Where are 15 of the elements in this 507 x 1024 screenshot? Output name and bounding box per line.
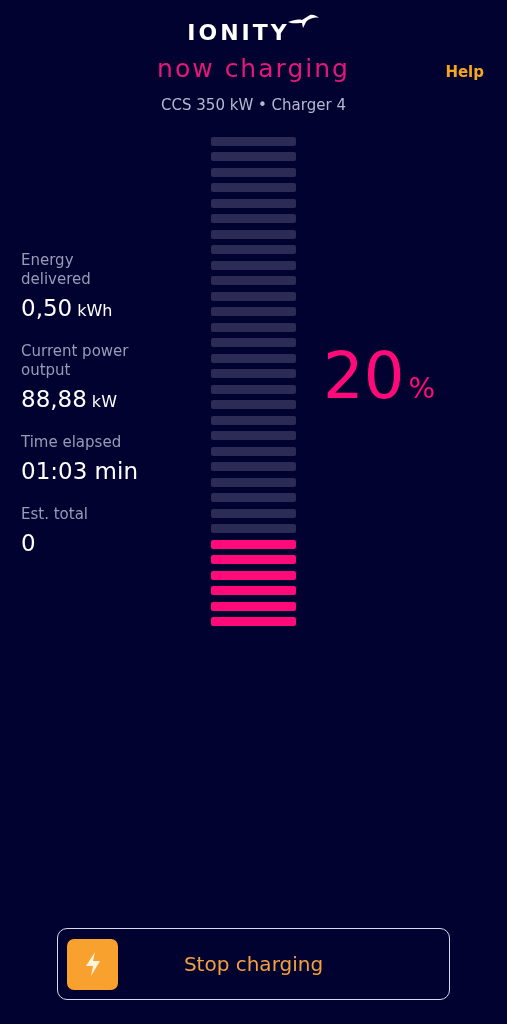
stat-label: Energy delivered [21, 250, 92, 289]
charge-percent: 20% [323, 344, 436, 409]
stat-value: 0,50 kWh [21, 296, 114, 320]
stat-label: Current power output [21, 341, 130, 380]
stat-label: Est. total [21, 504, 89, 524]
stat-value: 0 [21, 531, 37, 555]
lightning-icon [67, 938, 118, 990]
help-link[interactable]: Help [445, 65, 484, 80]
charger-info: CCS 350 kW • Charger 4 [161, 95, 346, 116]
stat-value: 88,88 kW [21, 387, 118, 411]
stat-label: Time elapsed [21, 432, 123, 452]
status-title: now charging [157, 56, 350, 81]
stat-value: 01:03 min [21, 459, 139, 483]
logo: IONITY [187, 22, 290, 44]
stop-charging-button[interactable]: Stop charging [57, 928, 450, 1000]
